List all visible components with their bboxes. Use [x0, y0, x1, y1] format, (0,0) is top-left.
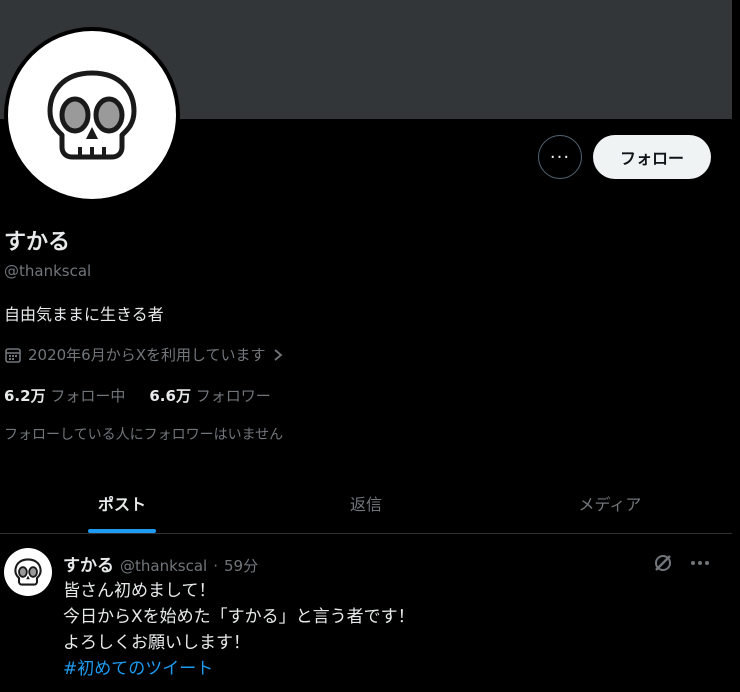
grok-icon[interactable] — [652, 552, 674, 574]
joined-text: 2020年6月からXを利用しています — [28, 346, 266, 364]
post-text: 皆さん初めまして！ 今日からXを始めた「すかる」と言う者です！ よろしくお願いし… — [63, 578, 415, 682]
post-actions — [652, 552, 710, 574]
joined-date[interactable]: 2020年6月からXを利用しています — [4, 344, 284, 365]
profile-tabs: ポスト 返信 メディア — [0, 472, 732, 534]
post-time[interactable]: 59分 — [224, 555, 258, 576]
post-line: よろしくお願いします！ — [63, 633, 250, 653]
post-header: すかる @thankscal · 59分 — [63, 551, 258, 576]
post-line: 皆さん初めまして！ — [63, 581, 216, 601]
calendar-icon — [5, 347, 21, 363]
tab-posts[interactable]: ポスト — [0, 472, 244, 533]
hashtag-link[interactable]: #初めてのツイート — [63, 656, 415, 682]
follow-button[interactable]: フォロー — [593, 135, 711, 179]
scrollbar[interactable] — [732, 0, 740, 692]
profile-bio: 自由気ままに生きる者 — [4, 305, 164, 324]
profile-handle: @thankscal — [4, 262, 92, 280]
active-tab-indicator — [88, 529, 156, 533]
followers-link[interactable]: 6.6万 フォロワー — [149, 385, 270, 406]
post-avatar[interactable] — [4, 548, 52, 596]
follow-counts: 6.2万 フォロー中 6.6万 フォロワー — [4, 385, 271, 406]
following-link[interactable]: 6.2万 フォロー中 — [4, 385, 125, 406]
post-line: 今日からXを始めた「すかる」と言う者です！ — [63, 607, 415, 627]
display-name: すかる — [4, 230, 71, 255]
post-separator: · — [213, 557, 218, 575]
post-item[interactable]: すかる @thankscal · 59分 皆さん初めまして！ 今日からXを始めた… — [0, 534, 732, 692]
profile-avatar[interactable] — [4, 27, 180, 203]
more-dots-icon[interactable] — [690, 560, 710, 566]
tab-replies[interactable]: 返信 — [244, 472, 488, 533]
followers-you-know: フォローしている人にフォロワーはいません — [4, 427, 284, 443]
post-author-name[interactable]: すかる — [63, 551, 114, 576]
tab-media[interactable]: メディア — [488, 472, 732, 533]
chevron-right-icon — [273, 348, 282, 361]
post-author-handle[interactable]: @thankscal — [120, 557, 207, 575]
skull-avatar-icon — [14, 558, 42, 586]
more-options-button[interactable]: ··· — [538, 135, 582, 179]
skull-avatar-icon — [47, 70, 137, 160]
